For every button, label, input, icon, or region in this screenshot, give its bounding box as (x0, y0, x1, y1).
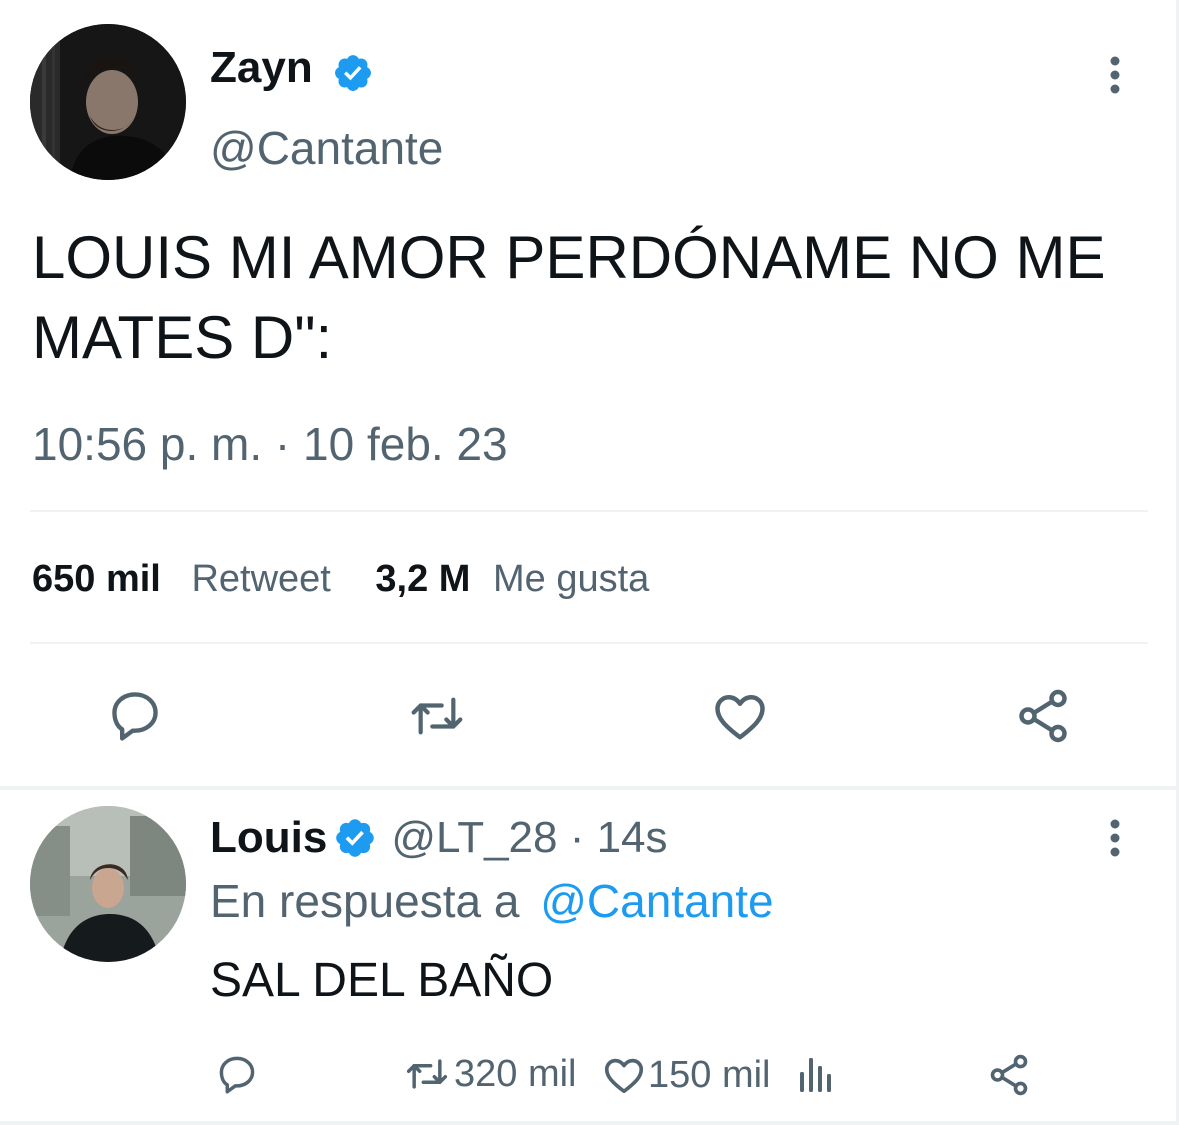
reply-retweet-count: 320 mil (454, 1053, 577, 1095)
reply-share-icon[interactable] (986, 1052, 1032, 1098)
analytics-icon[interactable] (796, 1054, 836, 1094)
bottom-divider (0, 1121, 1179, 1125)
divider (30, 642, 1148, 644)
reply-verified-badge-icon (333, 816, 377, 860)
reply-author-name[interactable]: Louis (210, 812, 327, 864)
timestamp[interactable]: 10:56 p. m. · 10 feb. 23 (32, 416, 508, 472)
reply-reply-icon[interactable] (214, 1052, 260, 1096)
reply-prefix: En respuesta a (210, 875, 520, 927)
reply-icon[interactable] (104, 686, 166, 744)
share-icon[interactable] (1012, 686, 1074, 746)
section-divider (0, 786, 1179, 790)
verified-badge-icon (332, 52, 374, 94)
tweet-stats: 650 mil Retweet 3,2 M Me gusta (32, 556, 649, 602)
retweet-icon[interactable] (404, 688, 470, 744)
reply-text: SAL DEL BAÑO (210, 954, 554, 1007)
reply-like-button[interactable]: 150 mil (600, 1052, 771, 1098)
reply-handle-time[interactable]: @LT_28 · 14s (391, 812, 667, 864)
divider (30, 510, 1148, 512)
more-options-icon[interactable] (1100, 55, 1130, 97)
author-name[interactable]: Zayn (210, 42, 313, 94)
reply-context: En respuesta a @Cantante (210, 874, 774, 928)
reply-to-link[interactable]: @Cantante (540, 875, 773, 927)
like-count[interactable]: 3,2 M (375, 558, 470, 600)
reply-retweet-icon (400, 1052, 454, 1096)
retweet-label[interactable]: Retweet (191, 558, 330, 600)
reply-retweet-button[interactable]: 320 mil (400, 1052, 577, 1096)
reply-like-count: 150 mil (648, 1054, 771, 1096)
like-icon[interactable] (708, 686, 772, 746)
reply-like-icon (600, 1052, 648, 1098)
reply-avatar[interactable] (30, 806, 186, 962)
reply-more-options-icon[interactable] (1100, 818, 1130, 860)
retweet-count[interactable]: 650 mil (32, 558, 161, 600)
tweet-text-line1: LOUIS MI AMOR PERDÓNAME NO ME (32, 224, 1106, 291)
like-label[interactable]: Me gusta (493, 558, 649, 600)
reply-header: Louis @LT_28 · 14s (210, 812, 668, 864)
tweet-text-line2: MATES D": (32, 304, 333, 371)
handle[interactable]: @Cantante (210, 122, 443, 174)
avatar[interactable] (30, 24, 186, 180)
